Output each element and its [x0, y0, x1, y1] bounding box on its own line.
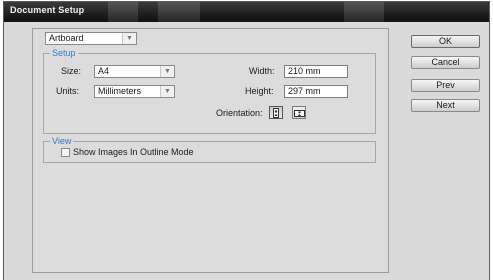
landscape-orientation-icon [293, 109, 305, 117]
width-field[interactable]: 210 mm [284, 65, 348, 78]
size-label: Size: [61, 66, 82, 76]
chevron-down-icon: ▼ [160, 66, 174, 77]
units-label: Units: [56, 86, 80, 96]
portrait-orientation-button[interactable] [269, 106, 283, 119]
height-label: Height: [245, 86, 274, 96]
title-bar-stripe [158, 2, 200, 22]
ok-button[interactable]: OK [411, 35, 480, 48]
show-images-checkbox[interactable] [61, 148, 70, 157]
landscape-orientation-button[interactable] [292, 106, 306, 119]
title-bar-stripe [344, 2, 384, 22]
prev-button[interactable]: Prev [411, 79, 480, 92]
title-bar[interactable]: Document Setup [4, 2, 489, 22]
cancel-button[interactable]: Cancel [411, 56, 480, 69]
chevron-down-icon: ▼ [160, 86, 174, 97]
artboard-select[interactable]: Artboard ▼ [45, 32, 137, 45]
size-select[interactable]: A4 ▼ [94, 65, 175, 78]
view-group: View Show Images In Outline Mode [43, 136, 376, 163]
show-images-label: Show Images In Outline Mode [73, 147, 194, 157]
dialog-title: Document Setup [10, 5, 85, 15]
orientation-label: Orientation: [216, 108, 263, 118]
chevron-down-icon: ▼ [122, 33, 136, 44]
units-select-value: Millimeters [98, 86, 142, 96]
setup-group: Setup Size: A4 ▼ Units: Millimeters ▼ Wi… [43, 48, 376, 134]
title-bar-stripe [108, 2, 138, 22]
units-select[interactable]: Millimeters ▼ [94, 85, 175, 98]
view-legend: View [50, 136, 74, 147]
size-select-value: A4 [98, 66, 110, 76]
setup-legend: Setup [50, 48, 78, 59]
next-button[interactable]: Next [411, 99, 480, 112]
portrait-orientation-icon [273, 107, 279, 118]
height-field[interactable]: 297 mm [284, 85, 348, 98]
dialog-body: Artboard ▼ Setup Size: A4 ▼ Units: Milli… [4, 22, 489, 280]
width-label: Width: [249, 66, 275, 76]
artboard-select-value: Artboard [49, 33, 84, 43]
document-setup-dialog: Document Setup Artboard ▼ Setup Size: A4… [3, 1, 490, 280]
settings-panel: Artboard ▼ Setup Size: A4 ▼ Units: Milli… [32, 28, 389, 273]
